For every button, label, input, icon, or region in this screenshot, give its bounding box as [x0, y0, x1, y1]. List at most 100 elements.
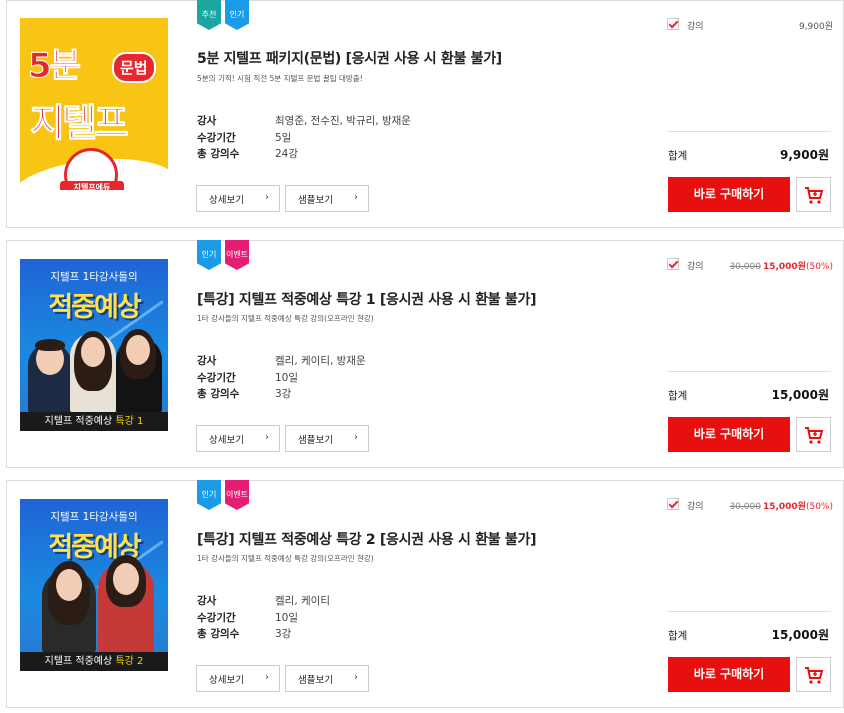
badge-popular: 인기	[197, 240, 221, 270]
lecture-checkbox[interactable]	[667, 258, 679, 270]
chevron-right-icon: ›	[354, 192, 358, 203]
price-option-label: 강의	[687, 262, 704, 272]
total-label: 합계	[668, 630, 688, 642]
info-row-teacher: 강사 켈리, 케이티	[197, 593, 330, 610]
info-value: 3강	[275, 388, 292, 400]
thumbnail-footer-text: 지텔프 적중예상	[44, 416, 113, 427]
product-card: 5분 문법 지텔프 지텔프에듀 추천 인기 5분 지텔프 패키지(문법) [응시…	[6, 0, 844, 228]
price-value: 30,000 15,000원(50%)	[729, 259, 833, 272]
info-value: 켈리, 케이티	[275, 595, 330, 607]
thumbnail-footer: 지텔프 적중예상 특강 2	[20, 652, 168, 671]
total-value: 15,000원	[771, 388, 829, 402]
buy-now-button[interactable]: 바로 구매하기	[668, 177, 790, 212]
price-option-row: 강의 30,000 15,000원(50%)	[667, 494, 833, 516]
info-label: 수강기간	[197, 371, 236, 384]
badge-popular: 인기	[197, 480, 221, 510]
cart-icon	[805, 187, 824, 204]
cart-button[interactable]	[796, 417, 831, 452]
thumbnail-subhead: 지텔프 1타강사들의	[50, 271, 138, 283]
price-amount: 9,900원	[798, 22, 833, 32]
price-original: 30,000	[729, 262, 761, 272]
info-row-teacher: 강사 최영준, 전수진, 박규리, 방재운	[197, 113, 411, 130]
chevron-right-icon: ›	[265, 192, 269, 203]
instructor-face	[126, 335, 150, 365]
thumbnail-footer: 지텔프 적중예상 특강 1	[20, 412, 168, 431]
thumbnail-title-line2: 지텔프	[30, 101, 130, 146]
total-value: 9,900원	[780, 148, 829, 162]
sample-button-label: 샘플보기	[298, 434, 333, 446]
sample-button[interactable]: 샘플보기 ›	[285, 665, 369, 692]
price-option-row: 강의 9,900원	[667, 14, 833, 36]
instructor-face	[56, 569, 82, 601]
thumbnail-pill: 문법	[112, 52, 156, 83]
price-original: 30,000	[729, 502, 761, 512]
divider	[667, 371, 831, 372]
detail-button[interactable]: 상세보기 ›	[196, 185, 280, 212]
lecture-checkbox[interactable]	[667, 18, 679, 30]
product-title[interactable]: [특강] 지텔프 적중예상 특강 2 [응시권 사용 시 환불 불가]	[197, 529, 536, 549]
product-description: 1타 강사들의 지텔프 적중예상 특강 강의(오프라인 현강)	[197, 314, 374, 323]
product-card: 지텔프 1타강사들의 적중예상 지텔프 적중예상 특강 1 인기 이벤트 [특강…	[6, 240, 844, 468]
product-description: 1타 강사들의 지텔프 적중예상 특강 강의(오프라인 현강)	[197, 554, 374, 563]
price-option-row: 강의 30,000 15,000원(50%)	[667, 254, 833, 276]
price-value: 30,000 15,000원(50%)	[729, 499, 833, 512]
chevron-right-icon: ›	[265, 432, 269, 443]
info-label: 수강기간	[197, 131, 236, 144]
detail-button-label: 상세보기	[209, 674, 244, 686]
info-label: 강사	[197, 355, 217, 367]
price-option-label: 강의	[687, 502, 704, 512]
detail-button[interactable]: 상세보기 ›	[196, 665, 280, 692]
price-value: 9,900원	[799, 19, 833, 32]
product-description: 5분의 기적! 시험 직전 5분 지텔프 문법 꿀팁 대방출!	[197, 74, 363, 83]
instructor-face	[81, 337, 105, 367]
thumbnail-footer-highlight: 특강 1	[115, 416, 144, 427]
thumbnail-headline: 적중예상	[48, 292, 141, 323]
instructor-face	[113, 563, 139, 595]
sample-button[interactable]: 샘플보기 ›	[285, 425, 369, 452]
lecture-checkbox[interactable]	[667, 498, 679, 510]
thumbnail-footer-highlight: 특강 2	[115, 656, 144, 667]
info-row-count: 총 강의수 3강	[197, 386, 366, 403]
total-label: 합계	[668, 390, 688, 402]
total-value: 15,000원	[771, 628, 829, 642]
product-info: 강사 켈리, 케이티, 방재운 수강기간 10일 총 강의수 3강	[197, 353, 366, 403]
product-thumbnail[interactable]: 5분 문법 지텔프 지텔프에듀	[20, 18, 168, 190]
divider	[667, 611, 831, 612]
buy-now-button[interactable]: 바로 구매하기	[668, 417, 790, 452]
cart-button[interactable]	[796, 657, 831, 692]
cart-icon	[805, 427, 824, 444]
product-thumbnail[interactable]: 지텔프 1타강사들의 적중예상 지텔프 적중예상 특강 2	[20, 499, 168, 671]
info-value: 10일	[275, 611, 299, 624]
chevron-right-icon: ›	[354, 672, 358, 683]
info-label: 강사	[197, 595, 217, 607]
thumbnail-title-line1: 5분	[28, 46, 82, 87]
info-label: 총 강의수	[197, 388, 240, 400]
price-sale: 15,000원	[762, 262, 806, 272]
thumbnail-footer-text: 지텔프 적중예상	[44, 656, 113, 667]
divider	[667, 131, 831, 132]
detail-button[interactable]: 상세보기 ›	[196, 425, 280, 452]
sample-button-label: 샘플보기	[298, 194, 333, 206]
info-value: 10일	[275, 371, 299, 384]
detail-button-label: 상세보기	[209, 194, 244, 206]
price-sale: 15,000원	[762, 502, 806, 512]
buy-now-button[interactable]: 바로 구매하기	[668, 657, 790, 692]
info-value: 3강	[275, 628, 292, 640]
chevron-right-icon: ›	[265, 672, 269, 683]
badge-group: 추천 인기	[197, 0, 249, 30]
thumbnail-subhead: 지텔프 1타강사들의	[50, 511, 138, 523]
product-info: 강사 켈리, 케이티 수강기간 10일 총 강의수 3강	[197, 593, 330, 643]
product-title[interactable]: [특강] 지텔프 적중예상 특강 1 [응시권 사용 시 환불 불가]	[197, 289, 536, 309]
info-value: 24강	[275, 148, 299, 160]
cart-button[interactable]	[796, 177, 831, 212]
total-label: 합계	[668, 150, 688, 162]
sample-button[interactable]: 샘플보기 ›	[285, 185, 369, 212]
info-value: 최영준, 전수진, 박규리, 방재운	[275, 115, 411, 127]
info-value: 켈리, 케이티, 방재운	[275, 355, 366, 367]
product-title[interactable]: 5분 지텔프 패키지(문법) [응시권 사용 시 환불 불가]	[197, 48, 502, 68]
badge-group: 인기 이벤트	[197, 480, 249, 510]
badge-group: 인기 이벤트	[197, 240, 249, 270]
product-thumbnail[interactable]: 지텔프 1타강사들의 적중예상 지텔프 적중예상 특강 1	[20, 259, 168, 431]
badge-event: 이벤트	[225, 480, 249, 510]
product-card: 지텔프 1타강사들의 적중예상 지텔프 적중예상 특강 2 인기 이벤트 [특강…	[6, 480, 844, 708]
